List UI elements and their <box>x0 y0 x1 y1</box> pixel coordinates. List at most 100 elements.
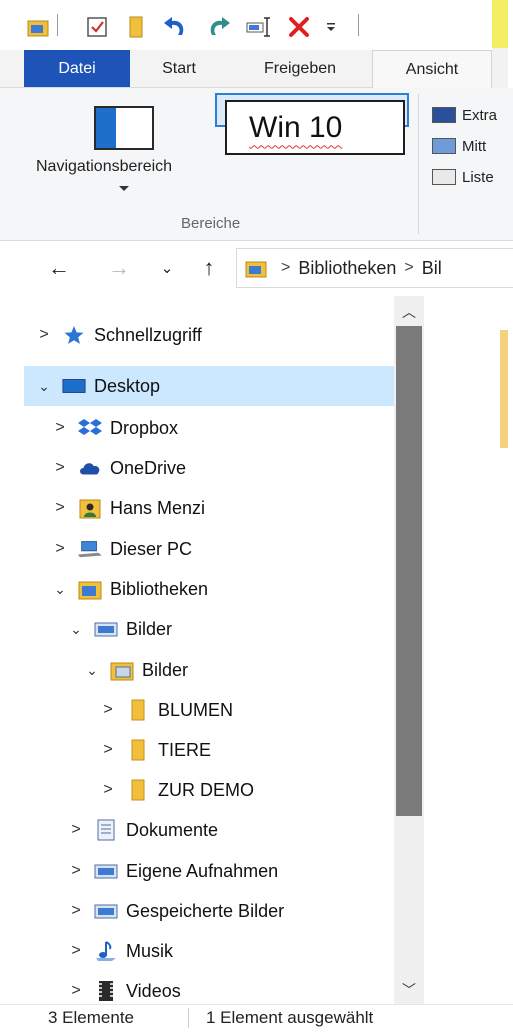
chevron-right-icon[interactable]: > <box>66 942 86 960</box>
toolbar-separator <box>358 14 359 36</box>
chevron-right-icon[interactable]: > <box>66 821 86 839</box>
tree-item-hans-menzi[interactable]: > Hans Menzi <box>24 488 394 528</box>
new-folder-icon[interactable] <box>126 14 146 40</box>
ribbon-panel: Navigationsbereich Win 10 Bereiche Extra… <box>0 88 513 241</box>
tab-freigeben[interactable]: Freigeben <box>236 50 364 87</box>
tree-item-eigene-aufnahmen[interactable]: > Eigene Aufnahmen <box>24 851 394 891</box>
chevron-down-icon[interactable] <box>119 186 129 191</box>
tree-item-bilder-library[interactable]: ⌄ Bilder <box>24 609 394 649</box>
tree-item-label: Musik <box>126 940 174 961</box>
navigation-tree: > Schnellzugriff ⌄ Desktop > Dropbox > O… <box>24 296 394 1006</box>
tree-item-bilder-folder[interactable]: ⌄ Bilder <box>24 650 394 690</box>
tree-item-desktop[interactable]: ⌄ Desktop <box>24 366 394 406</box>
tree-item-label: Gespeicherte Bilder <box>126 900 285 921</box>
address-bar[interactable]: > Bibliotheken > Bil <box>236 248 513 288</box>
tree-item-musik[interactable]: > Musik <box>24 931 394 971</box>
computer-icon <box>78 538 102 560</box>
ribbon-group-label: Bereiche <box>181 215 241 232</box>
tree-item-label: Videos <box>126 980 181 1001</box>
chevron-right-icon[interactable]: > <box>98 741 118 759</box>
breadcrumb-separator-icon[interactable]: > <box>404 259 413 277</box>
redo-icon[interactable] <box>204 14 234 40</box>
navigation-pane-button[interactable]: Navigationsbereich <box>36 158 172 176</box>
back-arrow-icon[interactable]: ← <box>44 255 74 281</box>
status-item-count: 3 Elemente <box>48 1008 134 1027</box>
tree-item-schnellzugriff[interactable]: > Schnellzugriff <box>24 315 394 355</box>
tree-item-dokumente[interactable]: > Dokumente <box>24 810 394 850</box>
extra-large-icons-icon <box>432 107 456 123</box>
tree-item-label: OneDrive <box>110 457 187 478</box>
pictures-library-icon <box>94 900 118 922</box>
tree-item-label: BLUMEN <box>158 699 234 720</box>
quick-access-toolbar <box>0 0 513 50</box>
tab-datei[interactable]: Datei <box>24 50 130 87</box>
tree-item-label: Schnellzugriff <box>94 324 202 345</box>
breadcrumb-bibliotheken[interactable]: Bibliotheken <box>298 258 396 279</box>
music-icon <box>94 940 118 962</box>
layout-label: Extra <box>462 106 498 124</box>
chevron-right-icon[interactable]: > <box>66 862 86 880</box>
layout-list[interactable]: Liste <box>432 166 494 188</box>
breadcrumb-separator-icon[interactable]: > <box>281 259 290 277</box>
ribbon-group-separator <box>418 94 419 234</box>
scroll-down-arrow-icon[interactable]: ﹀ <box>394 976 424 1004</box>
chevron-right-icon[interactable]: > <box>98 701 118 719</box>
folder-icon <box>126 739 150 761</box>
user-folder-icon <box>78 497 102 519</box>
tree-item-bibliotheken[interactable]: ⌄ Bibliotheken <box>24 569 394 609</box>
desktop-icon <box>62 375 86 397</box>
chevron-right-icon[interactable]: > <box>50 499 70 517</box>
chevron-right-icon[interactable]: > <box>66 982 86 1000</box>
breadcrumb-bilder[interactable]: Bil <box>422 258 442 279</box>
chevron-down-icon[interactable]: ⌄ <box>50 581 70 598</box>
tree-item-label: Eigene Aufnahmen <box>126 860 279 881</box>
chevron-right-icon[interactable]: > <box>50 459 70 477</box>
medium-icons-icon <box>432 138 456 154</box>
layout-label: Mitt <box>462 137 487 155</box>
library-icon <box>245 258 267 278</box>
forward-arrow-icon[interactable]: → <box>104 255 134 281</box>
tab-start[interactable]: Start <box>140 50 218 87</box>
status-separator <box>188 1008 189 1028</box>
layout-medium-icons[interactable]: Mitt <box>432 135 486 157</box>
tab-ansicht[interactable]: Ansicht <box>372 50 492 89</box>
status-selection: 1 Element ausgewählt <box>206 1008 374 1027</box>
tree-item-label: Desktop <box>94 375 161 396</box>
pictures-library-icon <box>94 860 118 882</box>
undo-icon[interactable] <box>160 14 190 40</box>
properties-icon[interactable] <box>84 14 110 40</box>
folder-icon <box>126 699 150 721</box>
pictures-folder-icon <box>110 659 134 681</box>
chevron-right-icon[interactable]: > <box>50 419 70 437</box>
tree-item-onedrive[interactable]: > OneDrive <box>24 448 394 488</box>
recent-locations-chevron-icon[interactable]: ⌄ <box>156 255 178 281</box>
tree-item-blumen[interactable]: > BLUMEN <box>24 690 394 730</box>
navigation-pane-icon[interactable] <box>94 106 154 150</box>
tree-item-dieser-pc[interactable]: > Dieser PC <box>24 529 394 569</box>
layout-extra-large-icons[interactable]: Extra <box>432 104 497 126</box>
chevron-right-icon[interactable]: > <box>98 781 118 799</box>
ribbon-tabs: Datei Start Freigeben Ansicht <box>0 50 492 89</box>
folder-icon[interactable] <box>26 14 50 40</box>
up-arrow-icon[interactable]: ↑ <box>196 255 222 281</box>
delete-icon[interactable] <box>284 14 314 40</box>
tree-item-zur-demo[interactable]: > ZUR DEMO <box>24 770 394 810</box>
star-icon <box>62 324 86 346</box>
documents-icon <box>94 819 118 841</box>
content-folder-thumbnail[interactable] <box>500 330 508 448</box>
tree-item-videos[interactable]: > Videos <box>24 971 394 1006</box>
chevron-right-icon[interactable]: > <box>34 326 54 344</box>
chevron-down-icon[interactable]: ⌄ <box>34 378 54 395</box>
scrollbar-thumb[interactable] <box>396 326 422 816</box>
chevron-right-icon[interactable]: > <box>66 902 86 920</box>
tree-item-dropbox[interactable]: > Dropbox <box>24 408 394 448</box>
tree-item-gespeicherte-bilder[interactable]: > Gespeicherte Bilder <box>24 891 394 931</box>
customize-dropdown-icon[interactable] <box>322 14 340 40</box>
chevron-right-icon[interactable]: > <box>50 540 70 558</box>
rename-icon[interactable] <box>244 14 274 40</box>
tree-item-tiere[interactable]: > TIERE <box>24 730 394 770</box>
scroll-up-arrow-icon[interactable]: ︿ <box>394 298 424 326</box>
chevron-down-icon[interactable]: ⌄ <box>82 662 102 679</box>
chevron-down-icon[interactable]: ⌄ <box>66 621 86 638</box>
dropbox-icon <box>78 417 102 439</box>
